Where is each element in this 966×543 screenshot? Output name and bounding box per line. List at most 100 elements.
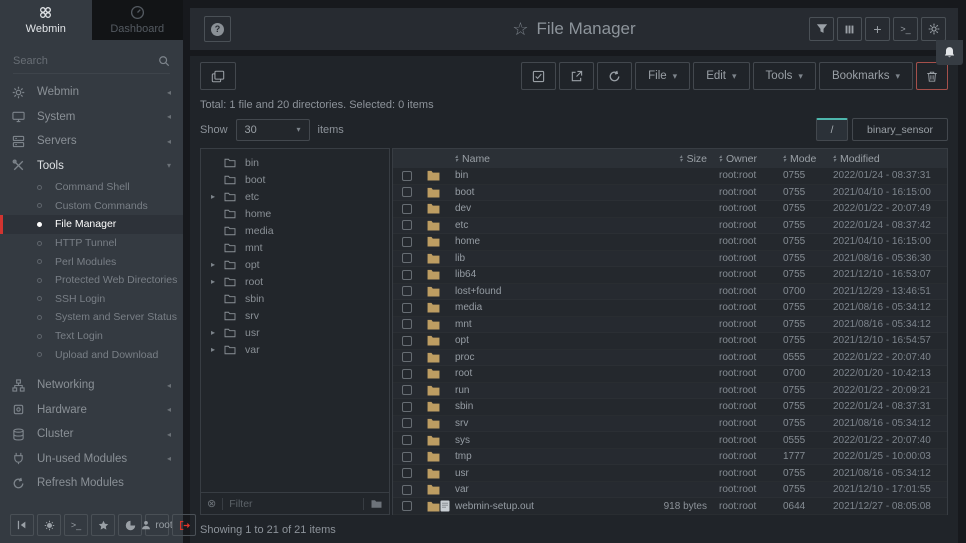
- row-checkbox[interactable]: [402, 402, 412, 412]
- browse-folder-icon[interactable]: [370, 499, 383, 509]
- row-checkbox[interactable]: [402, 237, 412, 247]
- tree-item[interactable]: ▸ mnt: [201, 239, 389, 256]
- favorites-button[interactable]: [91, 514, 115, 536]
- table-row[interactable]: sbin root:root 0755 2022/01/24 - 08:37:3…: [393, 399, 947, 416]
- column-header-owner[interactable]: ▴▾Owner: [713, 153, 777, 165]
- sidebar-subitem[interactable]: Custom Commands: [0, 197, 183, 216]
- column-header-mode[interactable]: ▴▾Mode: [777, 153, 827, 165]
- row-checkbox[interactable]: [402, 485, 412, 495]
- column-header-modified[interactable]: ▴▾Modified: [827, 153, 947, 165]
- sidebar-subitem[interactable]: Upload and Download: [0, 345, 183, 364]
- table-row[interactable]: home root:root 0755 2021/04/10 - 16:15:0…: [393, 234, 947, 251]
- menu-bookmarks[interactable]: Bookmarks▾: [819, 62, 913, 90]
- sidebar-category[interactable]: Refresh Modules: [0, 471, 183, 496]
- row-checkbox[interactable]: [402, 319, 412, 329]
- sidebar-category[interactable]: Networking: [0, 373, 183, 398]
- row-checkbox[interactable]: [402, 501, 412, 511]
- table-row[interactable]: proc root:root 0555 2022/01/22 - 20:07:4…: [393, 350, 947, 367]
- menu-file[interactable]: File▾: [635, 62, 690, 90]
- sidebar-subitem[interactable]: Perl Modules: [0, 252, 183, 271]
- sidebar-subitem[interactable]: Command Shell: [0, 178, 183, 197]
- table-row[interactable]: sys root:root 0555 2022/01/22 - 20:07:40: [393, 432, 947, 449]
- row-checkbox[interactable]: [402, 369, 412, 379]
- table-row[interactable]: mnt root:root 0755 2021/08/16 - 05:34:12: [393, 317, 947, 334]
- theme-toggle-button[interactable]: [37, 514, 61, 536]
- tab-webmin[interactable]: Webmin: [0, 0, 92, 40]
- expand-arrow-icon[interactable]: ▸: [211, 260, 224, 269]
- table-row[interactable]: root root:root 0700 2022/01/20 - 10:42:1…: [393, 366, 947, 383]
- table-row[interactable]: srv root:root 0755 2021/08/16 - 05:34:12: [393, 416, 947, 433]
- favorite-star-icon[interactable]: ☆: [512, 19, 528, 39]
- breadcrumb-root[interactable]: /: [816, 118, 848, 141]
- language-button[interactable]: [118, 514, 142, 536]
- row-checkbox[interactable]: [402, 286, 412, 296]
- menu-edit[interactable]: Edit▾: [693, 62, 749, 90]
- shell-button[interactable]: >_: [64, 514, 88, 536]
- logout-button[interactable]: [172, 514, 196, 536]
- row-checkbox[interactable]: [402, 187, 412, 197]
- sidebar-category[interactable]: Cluster: [0, 422, 183, 447]
- expand-arrow-icon[interactable]: ▸: [211, 345, 224, 354]
- table-row[interactable]: var root:root 0755 2021/12/10 - 17:01:55: [393, 482, 947, 499]
- columns-button[interactable]: [837, 17, 862, 41]
- add-button[interactable]: +: [865, 17, 890, 41]
- row-checkbox[interactable]: [402, 270, 412, 280]
- row-checkbox[interactable]: [402, 435, 412, 445]
- user-button[interactable]: root: [145, 514, 169, 536]
- help-button[interactable]: ?: [204, 16, 231, 42]
- table-row[interactable]: run root:root 0755 2022/01/22 - 20:09:21: [393, 383, 947, 400]
- sidebar-subitem[interactable]: Text Login: [0, 327, 183, 346]
- sidebar-subitem[interactable]: File Manager: [0, 215, 183, 234]
- filter-button[interactable]: [809, 17, 834, 41]
- expand-arrow-icon[interactable]: ▸: [211, 277, 224, 286]
- sidebar-category[interactable]: Tools: [0, 154, 183, 179]
- table-row[interactable]: lib64 root:root 0755 2021/12/10 - 16:53:…: [393, 267, 947, 284]
- breadcrumb-current[interactable]: binary_sensor: [852, 118, 948, 141]
- table-row[interactable]: opt root:root 0755 2021/12/10 - 16:54:57: [393, 333, 947, 350]
- tab-dashboard[interactable]: Dashboard: [92, 0, 184, 40]
- column-header-size[interactable]: ▴▾Size: [623, 153, 713, 165]
- select-all-button[interactable]: [521, 62, 556, 90]
- row-checkbox[interactable]: [402, 204, 412, 214]
- table-row[interactable]: bin root:root 0755 2022/01/24 - 08:37:31: [393, 168, 947, 185]
- trash-button[interactable]: [916, 62, 948, 90]
- sidebar-category[interactable]: System: [0, 105, 183, 130]
- sidebar-subitem[interactable]: System and Server Status: [0, 308, 183, 327]
- row-checkbox[interactable]: [402, 336, 412, 346]
- sidebar-category[interactable]: Un-used Modules: [0, 446, 183, 471]
- tree-item[interactable]: ▸ bin: [201, 154, 389, 171]
- settings-button[interactable]: [921, 17, 946, 41]
- row-checkbox[interactable]: [402, 253, 412, 263]
- collapse-sidebar-button[interactable]: [10, 514, 34, 536]
- tree-item[interactable]: ▸ etc: [201, 188, 389, 205]
- export-button[interactable]: [559, 62, 594, 90]
- tree-item[interactable]: ▸ root: [201, 273, 389, 290]
- tree-item[interactable]: ▸ boot: [201, 171, 389, 188]
- tree-item[interactable]: ▸ sbin: [201, 290, 389, 307]
- table-row[interactable]: etc root:root 0755 2022/01/24 - 08:37:42: [393, 218, 947, 235]
- row-checkbox[interactable]: [402, 468, 412, 478]
- tree-item[interactable]: ▸ home: [201, 205, 389, 222]
- row-checkbox[interactable]: [402, 171, 412, 181]
- terminal-button[interactable]: >_: [893, 17, 918, 41]
- table-row[interactable]: dev root:root 0755 2022/01/22 - 20:07:49: [393, 201, 947, 218]
- filter-input[interactable]: Filter: [229, 498, 357, 510]
- sidebar-category[interactable]: Servers: [0, 129, 183, 154]
- table-row[interactable]: lost+found root:root 0700 2021/12/29 - 1…: [393, 284, 947, 301]
- sidebar-subitem[interactable]: Protected Web Directories: [0, 271, 183, 290]
- table-row[interactable]: boot root:root 0755 2021/04/10 - 16:15:0…: [393, 185, 947, 202]
- table-row[interactable]: usr root:root 0755 2021/08/16 - 05:34:12: [393, 465, 947, 482]
- tree-item[interactable]: ▸ srv: [201, 307, 389, 324]
- tree-item[interactable]: ▸ usr: [201, 324, 389, 341]
- row-checkbox[interactable]: [402, 220, 412, 230]
- table-row[interactable]: webmin-setup.out 918 bytes root:root 064…: [393, 498, 947, 515]
- tree-item[interactable]: ▸ var: [201, 341, 389, 358]
- search-input[interactable]: [13, 55, 158, 67]
- refresh-button[interactable]: [597, 62, 632, 90]
- row-checkbox[interactable]: [402, 352, 412, 362]
- row-checkbox[interactable]: [402, 385, 412, 395]
- sidebar-category[interactable]: Hardware: [0, 397, 183, 422]
- row-checkbox[interactable]: [402, 418, 412, 428]
- tree-item[interactable]: ▸ media: [201, 222, 389, 239]
- row-checkbox[interactable]: [402, 303, 412, 313]
